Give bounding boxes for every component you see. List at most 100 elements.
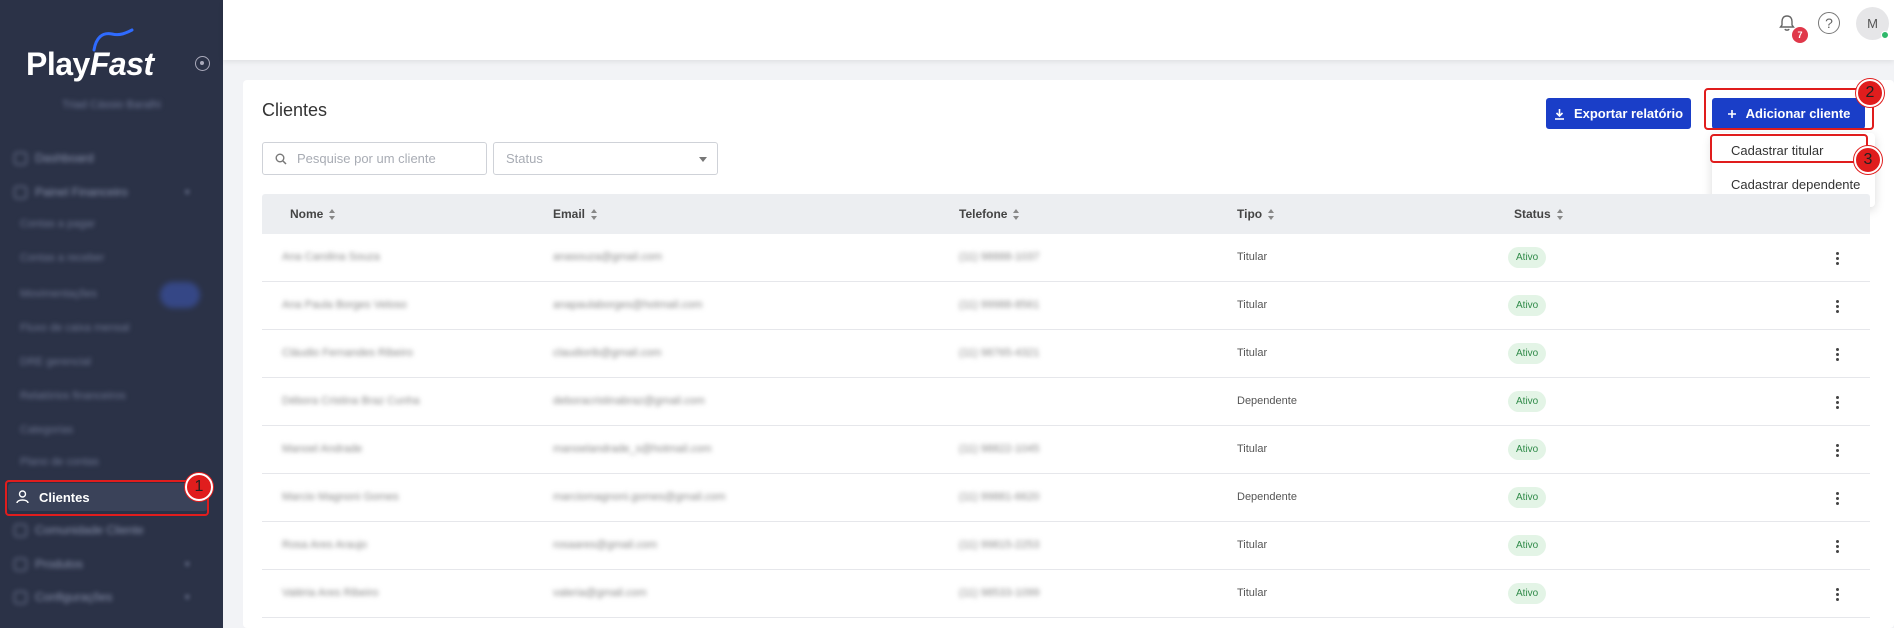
finance-icon bbox=[14, 185, 27, 199]
cell-email: marciomagnoni.gomes@gmail.com bbox=[553, 491, 726, 503]
cell-email: rosaares@gmail.com bbox=[553, 539, 658, 551]
cell-phone: (11) 99988-8561 bbox=[959, 299, 1040, 311]
table-row[interactable]: Valéria Ares Ribeiro valeria@gmail.com (… bbox=[262, 570, 1870, 618]
highlight-box-2 bbox=[1704, 88, 1874, 130]
table-row[interactable]: Rosa Ares Araujo rosaares@gmail.com (11)… bbox=[262, 522, 1870, 570]
cell-type: Titular bbox=[1237, 299, 1268, 311]
sidebar-collapse-icon[interactable] bbox=[195, 56, 210, 71]
cell-type: Dependente bbox=[1237, 395, 1297, 407]
row-actions-icon[interactable] bbox=[1836, 492, 1840, 505]
online-status-icon bbox=[1881, 31, 1889, 39]
cell-name: Rosa Ares Araujo bbox=[282, 539, 367, 551]
cell-email: deboracristinabraz@gmail.com bbox=[553, 395, 705, 407]
highlight-box-1 bbox=[5, 480, 209, 516]
table-row[interactable]: Ana Carolina Souza anasouza@gmail.com (1… bbox=[262, 234, 1870, 282]
table-row[interactable]: Marcio Magnoni Gomes marciomagnoni.gomes… bbox=[262, 474, 1870, 522]
cell-type: Titular bbox=[1237, 347, 1268, 359]
cell-name: Ana Paula Borges Veloso bbox=[282, 299, 407, 311]
download-icon bbox=[1554, 108, 1564, 120]
sidebar-subitem[interactable]: Fluxo de caixa mensal bbox=[20, 318, 129, 338]
row-actions-icon[interactable] bbox=[1836, 588, 1840, 601]
export-report-button[interactable]: Exportar relatório bbox=[1546, 98, 1691, 129]
sidebar-item-painel-financeiro[interactable]: Painel Financeiro bbox=[14, 182, 128, 202]
search-box[interactable] bbox=[262, 142, 487, 175]
sort-icon bbox=[329, 208, 336, 220]
sidebar-subitem[interactable]: Relatórios financeiros bbox=[20, 386, 126, 406]
help-icon[interactable]: ? bbox=[1818, 12, 1840, 34]
chevron-down-icon: ▾ bbox=[185, 592, 190, 602]
cell-name: Cláudio Fernandes Ribeiro bbox=[282, 347, 413, 359]
sidebar-item-comunidade[interactable]: Comunidade Cliente bbox=[14, 520, 144, 540]
status-badge: Ativo bbox=[1508, 295, 1547, 316]
cell-name: Débora Cristina Braz Cunha bbox=[282, 395, 420, 407]
sidebar-item-produtos[interactable]: Produtos bbox=[14, 554, 83, 574]
status-select[interactable]: Status bbox=[493, 142, 718, 175]
status-badge: Ativo bbox=[1508, 487, 1547, 508]
chevron-down-icon: ▾ bbox=[185, 559, 190, 569]
column-header-email[interactable]: Email bbox=[553, 207, 598, 221]
sidebar-pill bbox=[160, 282, 200, 308]
notification-badge: 7 bbox=[1792, 27, 1808, 43]
cell-name: Manoel Andrade bbox=[282, 443, 363, 455]
cell-email: claudiorib@gmail.com bbox=[553, 347, 662, 359]
cell-email: anapaulaborges@hotmail.com bbox=[553, 299, 703, 311]
sort-icon bbox=[1268, 208, 1275, 220]
sidebar-subitem[interactable]: Contas a receber bbox=[20, 248, 104, 268]
row-actions-icon[interactable] bbox=[1836, 300, 1840, 313]
step-marker-2: 2 bbox=[1856, 79, 1884, 107]
search-input[interactable] bbox=[297, 151, 477, 166]
cell-type: Titular bbox=[1237, 587, 1268, 599]
sort-icon bbox=[591, 208, 598, 220]
cell-type: Titular bbox=[1237, 443, 1268, 455]
sort-icon bbox=[1556, 208, 1564, 220]
sidebar-item-dashboard[interactable]: Dashboard bbox=[14, 148, 94, 168]
step-marker-1: 1 bbox=[185, 473, 213, 501]
row-actions-icon[interactable] bbox=[1836, 540, 1840, 553]
status-badge: Ativo bbox=[1508, 343, 1547, 364]
cell-phone: (11) 99881-6620 bbox=[959, 491, 1040, 503]
row-actions-icon[interactable] bbox=[1836, 444, 1840, 457]
row-actions-icon[interactable] bbox=[1836, 252, 1840, 265]
page-title: Clientes bbox=[262, 100, 328, 120]
sidebar: PlayFast Triad Cássio Baralhi Dashboard … bbox=[0, 0, 223, 628]
cell-phone: (11) 98533-1099 bbox=[959, 587, 1040, 599]
sidebar-subitem[interactable]: DRE gerencial bbox=[20, 352, 91, 372]
column-header-nome[interactable]: Nome bbox=[290, 207, 336, 221]
community-icon bbox=[14, 523, 27, 537]
status-badge: Ativo bbox=[1508, 247, 1547, 268]
column-header-tipo[interactable]: Tipo bbox=[1237, 207, 1275, 221]
cell-email: valeria@gmail.com bbox=[553, 587, 647, 599]
status-badge: Ativo bbox=[1508, 391, 1547, 412]
row-actions-icon[interactable] bbox=[1836, 396, 1840, 409]
status-badge: Ativo bbox=[1508, 439, 1547, 460]
column-header-telefone[interactable]: Telefone bbox=[959, 207, 1020, 221]
products-icon bbox=[14, 557, 27, 571]
cell-type: Titular bbox=[1237, 251, 1268, 263]
search-icon bbox=[275, 153, 287, 165]
column-header-status[interactable]: Status bbox=[1514, 207, 1564, 221]
sidebar-subitem[interactable]: Plano de contas bbox=[20, 452, 99, 472]
cell-name: Marcio Magnoni Gomes bbox=[282, 491, 399, 503]
table-row[interactable]: Cláudio Fernandes Ribeiro claudiorib@gma… bbox=[262, 330, 1870, 378]
cell-email: manoelandrade_s@hotmail.com bbox=[553, 443, 712, 455]
sidebar-subitem[interactable]: Contas a pagar bbox=[20, 214, 95, 234]
top-bar bbox=[223, 0, 1894, 60]
status-badge: Ativo bbox=[1508, 583, 1547, 604]
cell-email: anasouza@gmail.com bbox=[553, 251, 662, 263]
table-header: Nome Email Telefone Tipo Status bbox=[262, 194, 1870, 234]
cell-phone: (11) 98888-1037 bbox=[959, 251, 1040, 263]
sidebar-subitem[interactable]: Categorias bbox=[20, 420, 73, 440]
sort-icon bbox=[1013, 208, 1020, 220]
table-row[interactable]: Ana Paula Borges Veloso anapaulaborges@h… bbox=[262, 282, 1870, 330]
cell-phone: (11) 99815-2253 bbox=[959, 539, 1040, 551]
logo-swoosh-icon bbox=[92, 28, 134, 52]
status-badge: Ativo bbox=[1508, 535, 1547, 556]
sidebar-subitem[interactable]: Movimentações bbox=[20, 284, 97, 304]
chevron-down-icon: ▾ bbox=[185, 187, 190, 197]
row-actions-icon[interactable] bbox=[1836, 348, 1840, 361]
table-row[interactable]: Débora Cristina Braz Cunha deboracristin… bbox=[262, 378, 1870, 426]
table-row[interactable]: Manoel Andrade manoelandrade_s@hotmail.c… bbox=[262, 426, 1870, 474]
menu-item-cadastrar-dependente[interactable]: Cadastrar dependente bbox=[1731, 177, 1860, 192]
sidebar-item-configuracoes[interactable]: Configurações bbox=[14, 587, 112, 607]
company-name: Triad Cássio Baralhi bbox=[62, 99, 161, 111]
